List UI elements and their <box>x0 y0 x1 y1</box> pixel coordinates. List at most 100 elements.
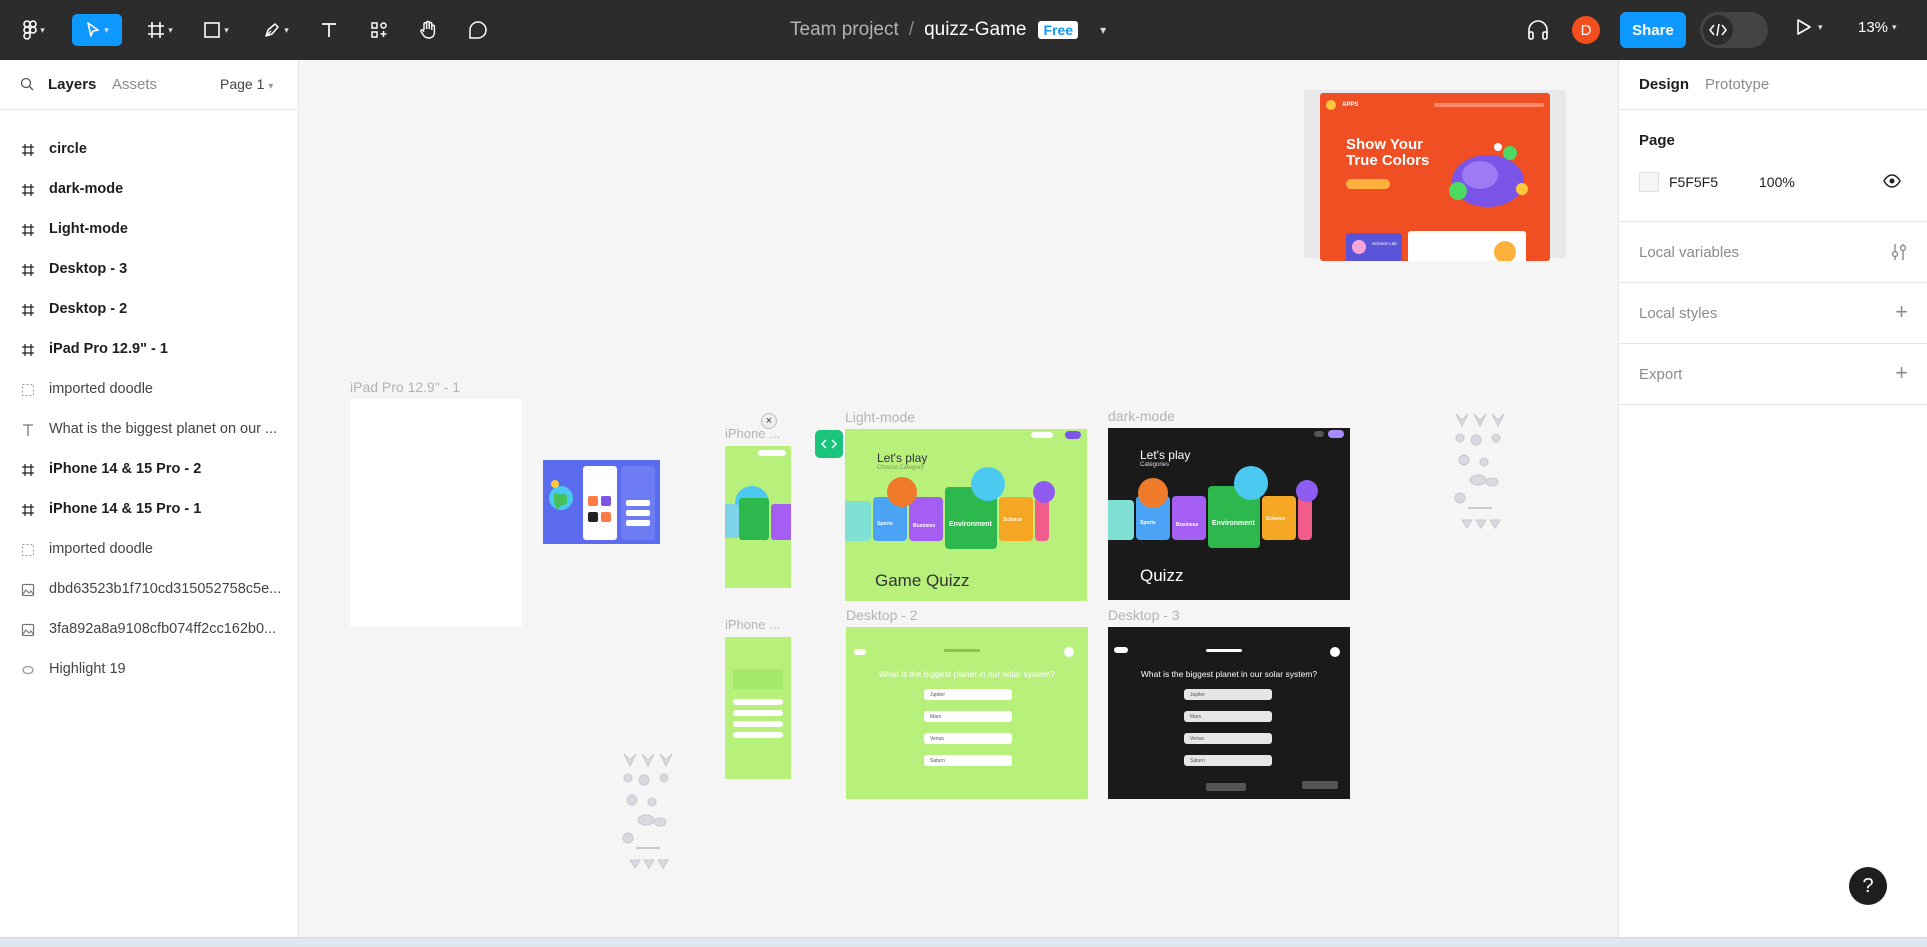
category-card <box>739 498 769 540</box>
layer-item-label: circle <box>49 141 87 157</box>
breadcrumb-team[interactable]: Team project <box>790 19 899 41</box>
layer-item[interactable]: imported doodle <box>0 530 299 570</box>
plan-badge[interactable]: Free <box>1038 21 1079 39</box>
tab-layers[interactable]: Layers <box>48 76 96 93</box>
resources-tool-button[interactable] <box>366 14 392 46</box>
chevron-down-icon: ▾ <box>224 24 229 35</box>
main-menu-button[interactable]: ▾ <box>18 14 50 46</box>
pen-tool-button[interactable]: ▾ <box>256 14 296 46</box>
layer-item[interactable]: Highlight 19 <box>0 650 299 690</box>
variables-adjust-icon[interactable] <box>1890 242 1908 267</box>
answer-row <box>733 710 783 716</box>
answer-option: Saturn <box>1184 755 1272 766</box>
desktop-2-frame[interactable]: What is the biggest planet in our solar … <box>846 627 1088 799</box>
move-tool-button[interactable]: ▾ <box>72 14 122 46</box>
comment-tool-button[interactable] <box>465 14 491 46</box>
layer-item[interactable]: iPad Pro 12.9" - 1 <box>0 330 299 370</box>
layer-item[interactable]: Light-mode <box>0 210 299 250</box>
frame-hash-icon <box>20 142 36 158</box>
layer-item[interactable]: dbd63523b1f710cd315052758c5e... <box>0 570 299 610</box>
page-section: Page F5F5F5 100% <box>1619 110 1927 222</box>
ipad-frame[interactable] <box>350 399 522 627</box>
page-opacity[interactable]: 100% <box>1759 174 1795 190</box>
add-export-plus-icon[interactable]: + <box>1895 362 1908 384</box>
breadcrumb-separator: / <box>908 19 915 40</box>
tab-prototype[interactable]: Prototype <box>1705 76 1769 93</box>
layer-item[interactable]: What is the biggest planet on our ... <box>0 410 299 450</box>
app-preview-image[interactable] <box>543 460 660 544</box>
light-mode-frame[interactable]: Let's play Choose Category Sports Busine… <box>845 429 1087 601</box>
category-label: Business <box>913 523 936 529</box>
imported-doodle[interactable] <box>616 748 680 884</box>
right-panel-tabs: Design Prototype <box>1619 60 1927 110</box>
category-card <box>771 504 791 540</box>
frame-label-iphone-1[interactable]: iPhone ... <box>725 426 780 441</box>
eye-icon[interactable] <box>1883 174 1901 193</box>
user-avatar[interactable]: D <box>1572 16 1600 44</box>
iphone-pill <box>758 450 786 456</box>
frame-label-dark-mode[interactable]: dark-mode <box>1108 408 1175 424</box>
dashed-frame-icon <box>20 542 36 558</box>
help-button[interactable]: ? <box>1849 867 1887 905</box>
add-style-plus-icon[interactable]: + <box>1895 301 1908 323</box>
shape-tool-button[interactable]: ▾ <box>196 14 236 46</box>
frame-label-desktop-3[interactable]: Desktop - 3 <box>1108 607 1180 623</box>
promo-headline: Show Your True Colors <box>1346 137 1429 169</box>
local-variables-section[interactable]: Local variables <box>1619 222 1927 283</box>
design-canvas[interactable]: APPS Show Your True Colors Science Lab i… <box>300 60 1618 937</box>
layer-item[interactable]: iPhone 14 & 15 Pro - 1 <box>0 490 299 530</box>
hand-tool-button[interactable] <box>415 14 441 46</box>
dev-code-badge[interactable] <box>815 430 843 458</box>
layer-item[interactable]: dark-mode <box>0 170 299 210</box>
layer-item-label: Desktop - 3 <box>49 261 128 277</box>
page-selector[interactable]: Page 1 ▾ <box>220 76 273 92</box>
frame-label-light-mode[interactable]: Light-mode <box>845 409 915 425</box>
file-menu-chevron-icon[interactable]: ▾ <box>1100 23 1106 37</box>
layer-item-label: 3fa892a8a9108cfb074ff2cc162b0... <box>49 621 277 637</box>
layer-item[interactable]: Desktop - 3 <box>0 250 299 290</box>
frame-label-iphone-2[interactable]: iPhone ... <box>725 617 780 632</box>
dark-mode-frame[interactable]: Let's play Categories Sports Business En… <box>1108 428 1350 600</box>
local-styles-section[interactable]: Local styles + <box>1619 283 1927 344</box>
frame-tool-button[interactable]: ▾ <box>140 14 180 46</box>
layer-item-label: iPad Pro 12.9" - 1 <box>49 341 168 357</box>
promo-frame[interactable]: APPS Show Your True Colors Science Lab <box>1320 93 1550 261</box>
zoom-menu[interactable]: 13% ▾ <box>1858 19 1897 36</box>
iphone-frame-2[interactable] <box>725 637 791 779</box>
layer-item[interactable]: Desktop - 2 <box>0 290 299 330</box>
layer-item[interactable]: circle <box>0 130 299 170</box>
frame-hash-icon <box>20 262 36 278</box>
page-color-swatch[interactable] <box>1639 172 1659 192</box>
search-icon[interactable] <box>20 77 34 95</box>
answer-row <box>733 699 783 705</box>
tab-design[interactable]: Design <box>1639 76 1689 93</box>
present-button[interactable]: ▾ <box>1796 18 1823 36</box>
category-card <box>1298 496 1312 540</box>
chevron-down-icon: ▾ <box>268 81 274 92</box>
share-button[interactable]: Share <box>1620 12 1686 48</box>
chevron-down-icon: ▾ <box>1892 22 1897 32</box>
dark-heading: Let's play <box>1140 448 1191 462</box>
layer-item[interactable]: 3fa892a8a9108cfb074ff2cc162b0... <box>0 610 299 650</box>
frame-label-desktop-2[interactable]: Desktop - 2 <box>846 607 918 623</box>
file-name[interactable]: quizz-Game <box>924 19 1026 41</box>
category-label: Environment <box>1212 520 1255 527</box>
layer-item[interactable]: iPhone 14 & 15 Pro - 2 <box>0 450 299 490</box>
iphone-frame-1[interactable] <box>725 446 791 588</box>
frame-label-ipad[interactable]: iPad Pro 12.9" - 1 <box>350 379 460 395</box>
chevron-down-icon: ▾ <box>104 24 109 35</box>
text-icon <box>20 422 36 438</box>
tab-assets[interactable]: Assets <box>112 76 157 93</box>
bottom-strip <box>0 937 1927 947</box>
text-tool-button[interactable] <box>316 14 342 46</box>
export-section[interactable]: Export + <box>1619 344 1927 405</box>
promo-brand: APPS <box>1342 102 1359 108</box>
page-color-hex[interactable]: F5F5F5 <box>1669 174 1718 190</box>
desktop-3-frame[interactable]: What is the biggest planet in our solar … <box>1108 627 1350 799</box>
dev-mode-toggle[interactable] <box>1700 12 1768 48</box>
layer-item[interactable]: imported doodle <box>0 370 299 410</box>
globe-icon <box>1234 466 1268 500</box>
dev-mode-knob <box>1703 15 1733 45</box>
audio-call-button[interactable] <box>1526 18 1550 47</box>
imported-doodle[interactable] <box>1448 408 1512 544</box>
